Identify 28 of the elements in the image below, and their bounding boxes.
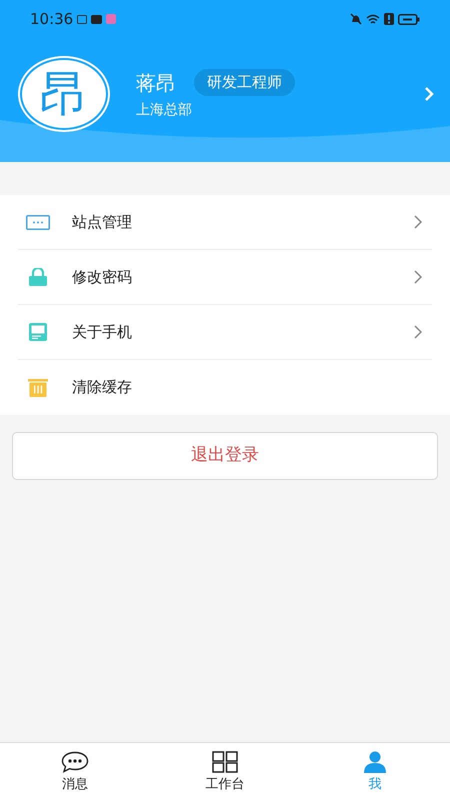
device-icon [29, 323, 47, 341]
role-badge: 研发工程师 [194, 69, 295, 96]
chat-icon [61, 751, 89, 773]
trash-icon [28, 378, 48, 396]
grid-icon [212, 751, 238, 773]
tab-item[interactable]: 工作台 [150, 743, 300, 800]
menu-item[interactable]: 关于手机 [18, 305, 432, 360]
wifi-icon [366, 14, 380, 24]
menu-item[interactable]: 站点管理 [18, 195, 432, 250]
status-time: 10:36 [30, 8, 74, 30]
logout-button[interactable]: 退出登录 [12, 432, 438, 480]
department-label: 上海总部 [136, 100, 193, 120]
window-icon [26, 214, 50, 230]
notification-icon [77, 14, 88, 24]
profile-header[interactable]: 10:36 昂 蒋昂 研发工程师 上海总部 [0, 0, 450, 162]
menu-item[interactable]: 修改密码 [18, 250, 432, 305]
tab-item[interactable]: 消息 [0, 743, 150, 800]
battery-icon [398, 14, 420, 24]
avatar-letter: 昂 [40, 70, 88, 118]
app-icon [106, 14, 116, 24]
person-icon [363, 751, 387, 773]
alert-icon [384, 13, 394, 25]
mail-icon [91, 14, 102, 24]
muted-bell-icon [350, 13, 362, 25]
chevron-icon [424, 87, 434, 101]
lock-icon [29, 268, 47, 286]
menu-item[interactable]: 清除缓存 [18, 360, 432, 415]
user-name: 蒋昂 [136, 70, 176, 96]
